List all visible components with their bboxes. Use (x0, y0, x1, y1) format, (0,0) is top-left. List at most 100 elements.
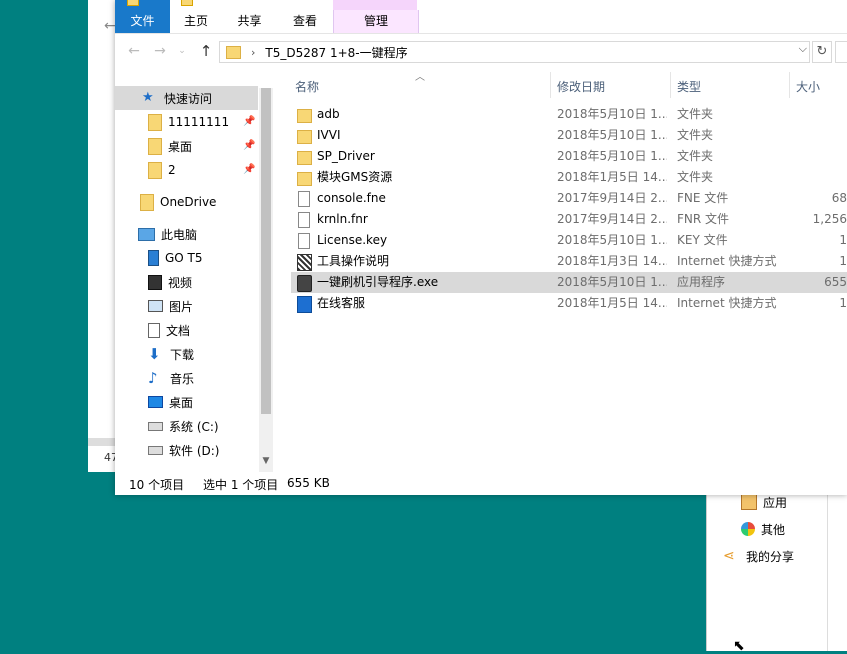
file-size: 1 (839, 296, 847, 310)
application-icon (297, 275, 312, 292)
file-size: 655 (824, 275, 847, 289)
pin-icon[interactable]: 📌 (243, 140, 255, 151)
file-list: ︿ 名称 修改日期 类型 大小 adb 2018年5月10日 1... 文件夹 IVV… (275, 72, 847, 472)
column-header-type[interactable]: 类型 (677, 76, 701, 98)
file-name: krnln.fnr (317, 212, 368, 226)
address-bar[interactable]: › T5_D5287 1+8-一键程序 ⌵ (219, 41, 810, 63)
table-row[interactable]: 在线客服 2018年1月5日 14... Internet 快捷方式 1 (291, 293, 847, 314)
file-name: 模块GMS资源 (317, 170, 393, 184)
folder-icon (297, 109, 312, 123)
file-name: SP_Driver (317, 149, 375, 163)
nav-quick-access[interactable]: ★ 快速访问 (142, 86, 212, 110)
table-row[interactable]: IVVI 2018年5月10日 1... 文件夹 (291, 125, 847, 146)
other-icon (741, 522, 755, 536)
back-button[interactable]: ← (125, 42, 143, 60)
recent-locations-button[interactable]: ⌄ (173, 42, 191, 60)
nav-onedrive[interactable]: OneDrive (140, 190, 216, 214)
nav-item-2[interactable]: 2 (148, 158, 176, 182)
scrollbar-thumb[interactable] (261, 88, 271, 414)
quick-access-folder-icon[interactable] (127, 0, 139, 6)
qr-shortcut-icon (297, 254, 312, 271)
chevron-down-icon[interactable]: ⌵ (799, 42, 807, 56)
table-row[interactable]: SP_Driver 2018年5月10日 1... 文件夹 (291, 146, 847, 167)
file-size: 1 (839, 254, 847, 268)
status-selection: 选中 1 个项目 (203, 478, 279, 492)
nav-drive-d[interactable]: 软件 (D:) (148, 438, 219, 462)
file-name: 在线客服 (317, 296, 366, 310)
breadcrumb[interactable]: T5_D5287 1+8-一键程序 (265, 44, 407, 61)
folder-icon (297, 172, 312, 186)
ribbon-tabs: 文件 主页 共享 查看 管理 (115, 10, 847, 34)
file-date: 2017年9月14日 2... (557, 212, 667, 226)
nav-desktop[interactable]: 桌面 (148, 390, 193, 414)
table-row[interactable]: 工具操作说明 2018年1月3日 14... Internet 快捷方式 1 (291, 251, 847, 272)
table-row[interactable]: console.fne 2017年9月14日 2... FNE 文件 68 (291, 188, 847, 209)
file-name: console.fne (317, 191, 386, 205)
tab-manage[interactable]: 管理 (333, 10, 419, 33)
status-bar: 10 个项目 选中 1 个项目 655 KB (115, 472, 847, 495)
document-icon (148, 322, 160, 338)
nav-music[interactable]: ♪ 音乐 (148, 366, 194, 390)
table-row[interactable]: License.key 2018年5月10日 1... KEY 文件 1 (291, 230, 847, 251)
file-name: adb (317, 107, 340, 121)
nav-downloads[interactable]: ⬇ 下载 (148, 342, 194, 366)
breadcrumb-chevron-icon: › (251, 45, 256, 59)
chevron-down-icon[interactable]: ▼ (260, 456, 272, 466)
file-type: 文件夹 (677, 107, 714, 121)
nav-item-11111111[interactable]: 11111111 (148, 110, 229, 134)
column-header-date[interactable]: 修改日期 (557, 76, 605, 98)
folder-icon (148, 137, 162, 155)
title-bar (115, 0, 847, 10)
file-type: 文件夹 (677, 128, 714, 142)
navigation-pane: ★ 快速访问 11111111 📌 桌面 📌 2 📌 OneDrive 此电脑 … (115, 72, 275, 472)
file-type: FNE 文件 (677, 191, 729, 205)
table-row[interactable]: krnln.fnr 2017年9月14日 2... FNR 文件 1,256 (291, 209, 847, 230)
table-row[interactable]: adb 2018年5月10日 1... 文件夹 (291, 104, 847, 125)
column-header-name[interactable]: 名称 (295, 76, 319, 98)
nav-item-desktop-pinned[interactable]: 桌面 (148, 134, 192, 158)
search-input[interactable] (835, 41, 847, 63)
nav-scrollbar[interactable]: ▼ (259, 88, 273, 472)
file-type: KEY 文件 (677, 233, 728, 247)
folder-icon (148, 113, 162, 131)
refresh-button[interactable]: ↻ (812, 41, 832, 63)
computer-icon (138, 227, 155, 241)
up-button[interactable]: ↑ (197, 42, 215, 60)
folder-icon (297, 151, 312, 165)
nav-pictures[interactable]: 图片 (148, 294, 193, 318)
tab-view[interactable]: 查看 (277, 10, 333, 33)
file-name: 一键刷机引导程序.exe (317, 275, 439, 289)
nav-drive-c[interactable]: 系统 (C:) (148, 414, 219, 438)
right-item-share[interactable]: ⋖ 我的分享 (723, 545, 794, 567)
pin-icon[interactable]: 📌 (243, 164, 255, 175)
table-row[interactable]: 模块GMS资源 2018年1月5日 14... 文件夹 (291, 167, 847, 188)
file-date: 2018年5月10日 1... (557, 128, 667, 142)
status-size: 655 KB (287, 476, 330, 490)
file-name: IVVI (317, 128, 341, 142)
document-icon (298, 233, 310, 249)
nav-videos[interactable]: 视频 (148, 270, 192, 294)
forward-button[interactable]: → (151, 42, 169, 60)
right-item-other[interactable]: 其他 (741, 518, 785, 540)
nav-documents[interactable]: 文档 (148, 318, 190, 342)
file-size: 1,256 (812, 212, 847, 226)
back-arrow-icon: ← (104, 18, 116, 34)
file-type: FNR 文件 (677, 212, 730, 226)
tab-file[interactable]: 文件 (115, 10, 170, 33)
drive-icon (148, 445, 163, 455)
tab-share[interactable]: 共享 (222, 10, 277, 33)
quick-access-folder-icon[interactable] (181, 0, 193, 6)
nav-this-pc[interactable]: 此电脑 (138, 222, 197, 246)
status-item-count: 10 个项目 (129, 478, 185, 492)
file-size: 1 (839, 233, 847, 247)
share-icon: ⋖ (723, 547, 735, 564)
table-row[interactable]: 一键刷机引导程序.exe 2018年5月10日 1... 应用程序 655 (291, 272, 847, 293)
tab-home[interactable]: 主页 (170, 10, 222, 33)
file-date: 2018年1月5日 14... (557, 170, 667, 184)
folder-icon (140, 193, 154, 211)
file-type: 应用程序 (677, 275, 726, 289)
pin-icon[interactable]: 📌 (243, 116, 255, 127)
nav-device-go-t5[interactable]: GO T5 (148, 246, 203, 270)
column-header-size[interactable]: 大小 (796, 76, 820, 98)
file-name: License.key (317, 233, 388, 247)
